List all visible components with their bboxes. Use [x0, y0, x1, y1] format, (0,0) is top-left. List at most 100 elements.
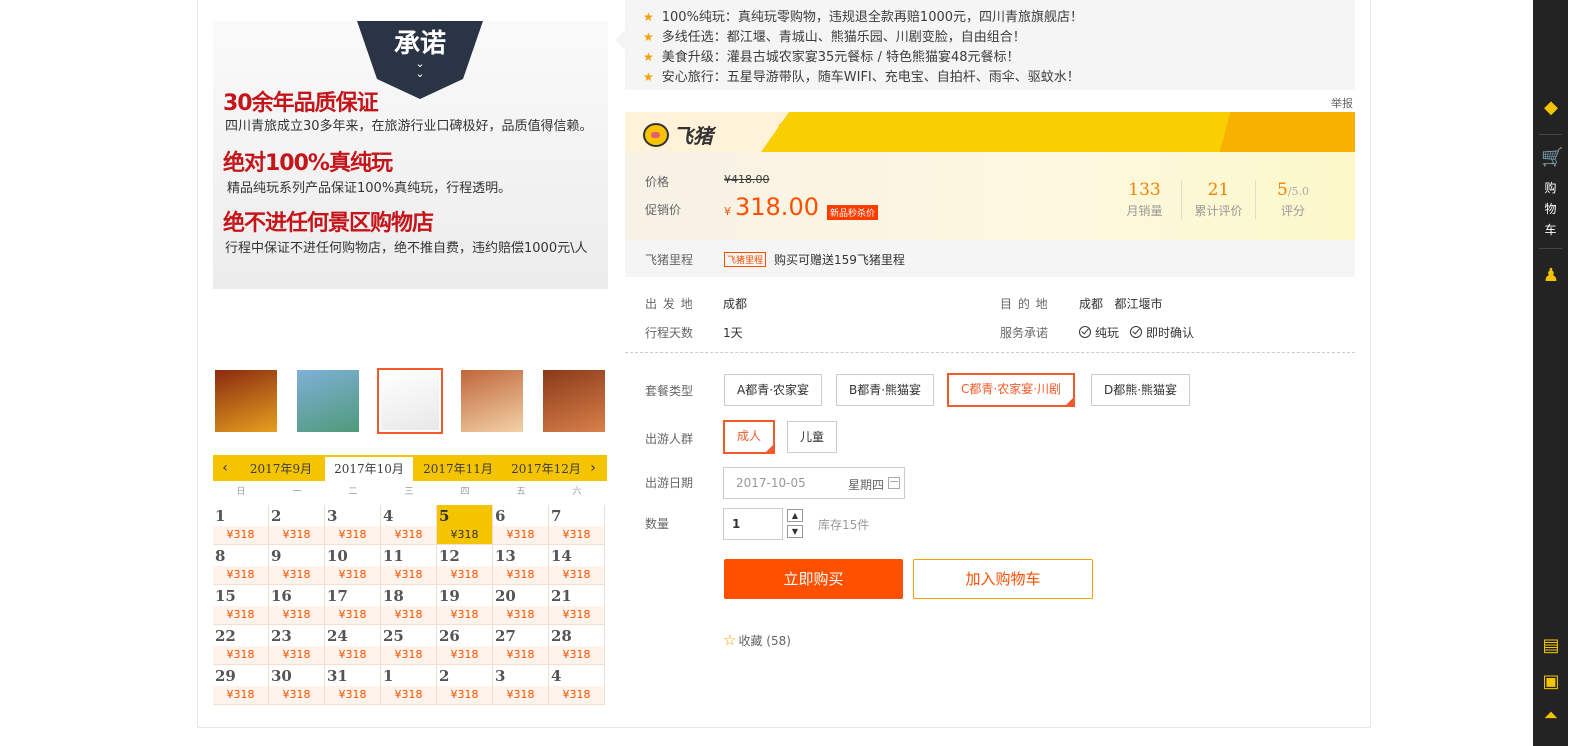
calendar-day[interactable]: 14 ¥318: [549, 545, 605, 585]
calendar-day[interactable]: 11 ¥318: [381, 545, 437, 585]
calendar-day[interactable]: 7 ¥318: [549, 505, 605, 545]
calendar-day[interactable]: 1 ¥318: [381, 665, 437, 705]
calendar-day[interactable]: 30 ¥318: [269, 665, 325, 705]
calendar-day[interactable]: 31 ¥318: [325, 665, 381, 705]
calendar-day[interactable]: 18 ¥318: [381, 585, 437, 625]
bus-icon[interactable]: ▣: [1541, 672, 1561, 692]
thumb-river[interactable]: [295, 368, 361, 434]
calendar-day-number: 25: [383, 627, 404, 645]
package-option-d[interactable]: D都熊·熊猫宴: [1091, 374, 1191, 406]
calendar-day[interactable]: 25 ¥318: [381, 625, 437, 665]
chevron-right-icon[interactable]: ›: [583, 455, 603, 481]
stat-value: 21: [1207, 180, 1230, 200]
calendar-day[interactable]: 1 ¥318: [213, 505, 269, 545]
calendar-day[interactable]: 8 ¥318: [213, 545, 269, 585]
calendar-day[interactable]: 4 ¥318: [549, 665, 605, 705]
calendar-day[interactable]: 23 ¥318: [269, 625, 325, 665]
days-value: 1天: [723, 326, 743, 340]
calendar-day[interactable]: 3 ¥318: [325, 505, 381, 545]
calendar-day-selected[interactable]: 5 ¥318: [437, 505, 493, 545]
calendar-day-price: ¥318: [437, 686, 492, 704]
stat-reviews[interactable]: 21 累计评价: [1182, 180, 1256, 219]
promo-price-label: 促销价: [645, 203, 682, 217]
calendar-day-price: ¥318: [269, 566, 324, 584]
calendar-day-number: 5: [439, 507, 450, 525]
thumb-promise[interactable]: [377, 368, 443, 434]
calendar-day-number: 19: [439, 587, 460, 605]
thumb-food[interactable]: [459, 368, 525, 434]
calendar-day[interactable]: 24 ¥318: [325, 625, 381, 665]
calendar-day-number: 28: [551, 627, 572, 645]
calendar-month-tab[interactable]: 2017年9月: [237, 457, 325, 481]
ticket-icon[interactable]: ◆: [1541, 98, 1561, 118]
rating-value: 5: [1276, 180, 1288, 200]
thumb-old-town[interactable]: [541, 368, 607, 434]
cart-icon[interactable]: 🛒: [1541, 148, 1563, 168]
calendar-day[interactable]: 19 ¥318: [437, 585, 493, 625]
calendar-day[interactable]: 22 ¥318: [213, 625, 269, 665]
weekday-label: 二: [348, 487, 358, 497]
package-option-b[interactable]: B都青·熊猫宴: [836, 374, 935, 406]
calendar-day[interactable]: 12 ¥318: [437, 545, 493, 585]
calendar-day[interactable]: 15 ¥318: [213, 585, 269, 625]
calendar-day-price: ¥318: [325, 526, 380, 544]
calendar-day[interactable]: 13 ¥318: [493, 545, 549, 585]
calendar-day[interactable]: 28 ¥318: [549, 625, 605, 665]
divider: [625, 352, 1355, 353]
add-to-cart-button[interactable]: 加入购物车: [913, 559, 1093, 599]
report-link[interactable]: 举报: [1331, 95, 1353, 111]
promise-desc-2: 精品纯玩系列产品保证100%真纯玩，行程透明。: [227, 181, 512, 196]
calendar-day[interactable]: 3 ¥318: [493, 665, 549, 705]
calendar-day-price: ¥318: [437, 566, 492, 584]
calendar-day[interactable]: 2 ¥318: [437, 665, 493, 705]
calendar-day[interactable]: 2 ¥318: [269, 505, 325, 545]
chevron-left-icon[interactable]: ‹: [215, 455, 235, 481]
highlight-text: 100%纯玩：真纯玩零购物，违规退全款再赔1000元，四川青旅旗舰店！: [661, 10, 1084, 25]
highlight-text: 美食升级：灌县古城农家宴35元餐标 / 特色熊猫宴48元餐标！: [661, 50, 1020, 65]
calendar-day[interactable]: 20 ¥318: [493, 585, 549, 625]
quantity-input[interactable]: 1: [723, 508, 783, 540]
calendar-day[interactable]: 27 ¥318: [493, 625, 549, 665]
user-icon[interactable]: ♟: [1541, 266, 1561, 286]
currency-symbol: ¥: [724, 205, 731, 218]
highlight-item: ★ 多线任选：都江堰、青城山、熊猫乐园、川剧变脸，自由组合！: [643, 26, 1026, 45]
service-item: 纯玩: [1079, 324, 1119, 341]
group-option-child[interactable]: 儿童: [787, 421, 838, 453]
thumb-promo-1[interactable]: [213, 368, 279, 434]
calendar-day-price: ¥318: [213, 646, 268, 664]
package-option-a[interactable]: A都青·农家宴: [724, 374, 823, 406]
calendar-day[interactable]: 17 ¥318: [325, 585, 381, 625]
notes-icon[interactable]: ▤: [1541, 636, 1561, 656]
calendar-day[interactable]: 6 ¥318: [493, 505, 549, 545]
group-option-adult-selected[interactable]: 成人: [723, 420, 776, 454]
calendar-day[interactable]: 10 ¥318: [325, 545, 381, 585]
quantity-decrement-button[interactable]: ▼: [787, 525, 803, 538]
calendar-day-price: ¥318: [549, 566, 604, 584]
calendar-month-tab[interactable]: 2017年11月: [414, 457, 502, 481]
calendar-day[interactable]: 16 ¥318: [269, 585, 325, 625]
calendar-month-nav: ‹ 2017年9月 2017年10月 2017年11月 2017年12月 ›: [213, 455, 607, 481]
sidebar-cart-label-3[interactable]: 车: [1533, 220, 1568, 240]
quantity-increment-button[interactable]: ▲: [787, 509, 803, 522]
rating-suffix: /5.0: [1287, 185, 1310, 198]
calendar-day-price: ¥318: [437, 526, 492, 544]
calendar-day[interactable]: 29 ¥318: [213, 665, 269, 705]
date-picker[interactable]: 2017-10-05 星期四: [723, 467, 905, 499]
calendar-day-price: ¥318: [381, 686, 436, 704]
back-to-top-icon[interactable]: ⏶: [1541, 706, 1561, 726]
calendar-day[interactable]: 9 ¥318: [269, 545, 325, 585]
calendar-month-tab[interactable]: 2017年12月: [502, 457, 590, 481]
star-icon: ★: [643, 50, 654, 64]
sidebar-cart-label-1[interactable]: 购: [1533, 178, 1568, 198]
calendar-day[interactable]: 26 ¥318: [437, 625, 493, 665]
buy-now-button[interactable]: 立即购买: [724, 559, 903, 599]
favorite-button[interactable]: ☆ 收藏 (58): [723, 631, 791, 649]
package-option-c-selected[interactable]: C都青·农家宴·川剧: [947, 373, 1076, 407]
calendar-day-price: ¥318: [381, 606, 436, 624]
sidebar-cart-label-2[interactable]: 物: [1533, 199, 1568, 219]
calendar-day-price: ¥318: [269, 526, 324, 544]
calendar-month-tab-active[interactable]: 2017年10月: [325, 457, 413, 481]
calendar-day[interactable]: 4 ¥318: [381, 505, 437, 545]
calendar-day[interactable]: 21 ¥318: [549, 585, 605, 625]
calendar-day-price: ¥318: [269, 646, 324, 664]
